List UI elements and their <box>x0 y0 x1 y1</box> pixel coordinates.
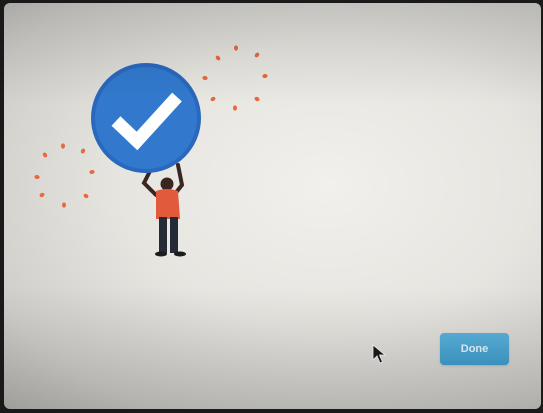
checkmark-badge-icon <box>91 63 201 173</box>
success-illustration <box>34 45 268 257</box>
sparkle-ring-right <box>202 45 268 111</box>
sparkle-ring-left <box>34 143 95 208</box>
setup-complete-screen: Done <box>4 3 541 409</box>
arrow-cursor-icon <box>372 344 386 364</box>
done-button[interactable]: Done <box>440 333 509 365</box>
person-figure <box>141 163 186 257</box>
